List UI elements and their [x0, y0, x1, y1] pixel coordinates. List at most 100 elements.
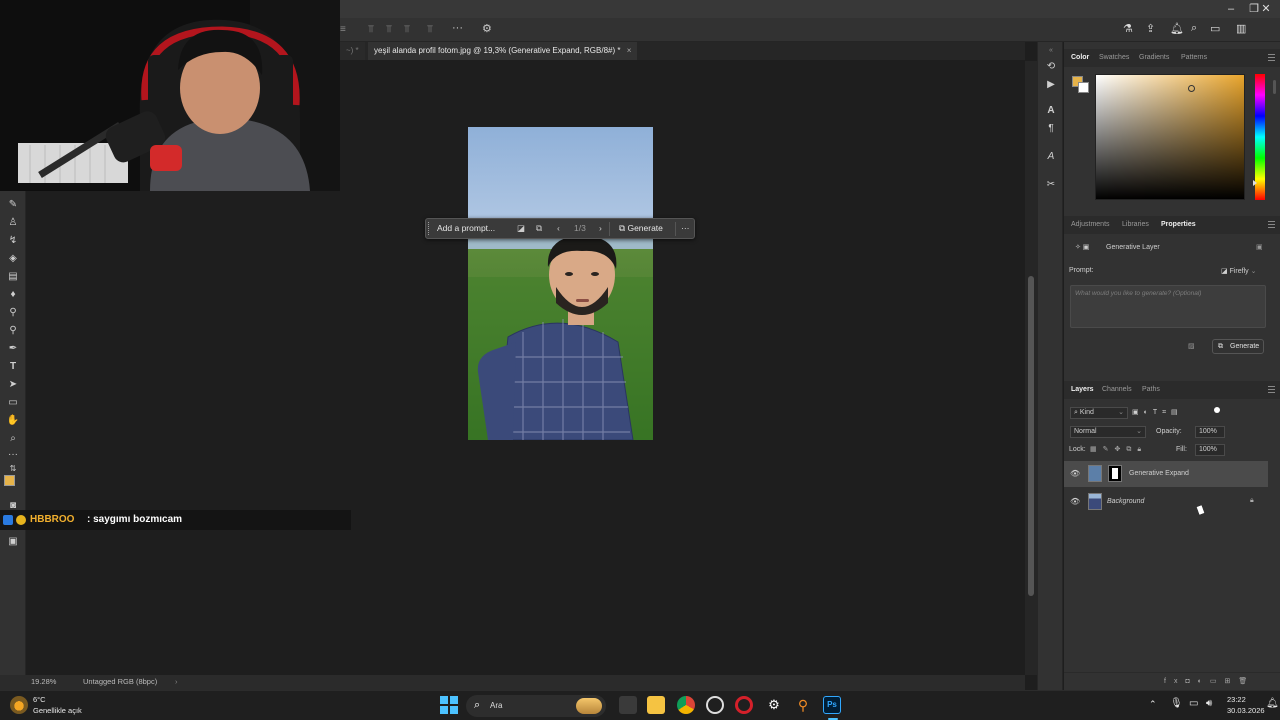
swap-colors-icon[interactable]: ⇅ [5, 462, 21, 476]
app-icon[interactable] [706, 696, 724, 714]
previous-variation-icon[interactable]: ‹ [557, 219, 560, 238]
actions-icon[interactable]: ▶ [1044, 78, 1058, 92]
task-view-icon[interactable] [619, 696, 637, 714]
color-panel-scrollbar[interactable] [1273, 80, 1276, 94]
layer-row-generative-expand[interactable]: 👁︎ Generative Expand [1064, 461, 1268, 487]
blur-tool-icon[interactable]: ♦ [5, 288, 21, 302]
layer-row-background[interactable]: 👁︎ Background 🔒︎ [1064, 489, 1268, 515]
hue-slider-handle[interactable] [1253, 180, 1257, 186]
tab-gradients[interactable]: Gradients [1139, 49, 1169, 67]
edit-toolbar-icon[interactable]: ··· [5, 448, 21, 462]
opacity-input[interactable]: 100% [1195, 426, 1225, 438]
chrome-icon[interactable] [677, 696, 695, 714]
sponge-tool-icon[interactable]: ⚲ [5, 324, 21, 338]
layer-filter-select[interactable]: ⌕ Kind ⌄ [1070, 407, 1128, 419]
background-color-chip[interactable] [1078, 82, 1089, 93]
history-icon[interactable]: ⟲ [1044, 60, 1058, 74]
learn-icon[interactable]: ⚗ [1123, 22, 1133, 35]
reference-image-icon[interactable]: ▨ [1188, 342, 1195, 350]
notification-bell-icon[interactable]: 🔔︎ [1170, 22, 1184, 35]
gradient-tool-icon[interactable]: ▤ [5, 270, 21, 284]
blend-mode-select[interactable]: Normal ⌄ [1070, 426, 1146, 438]
hue-slider[interactable] [1253, 74, 1265, 200]
zoom-level[interactable]: 19.28% [31, 677, 56, 686]
close-tab-icon[interactable]: × [627, 46, 632, 55]
visibility-eye-icon[interactable]: 👁︎ [1070, 469, 1080, 478]
layer-footer-icons[interactable]: fx◘◐▭⊞🗑︎ [1164, 677, 1255, 685]
drag-handle[interactable] [428, 222, 430, 235]
tab-properties[interactable]: Properties [1161, 216, 1196, 234]
layer-filter-icons[interactable]: ▣◐T⌗▤ [1132, 408, 1183, 417]
paragraph-icon[interactable]: ¶ [1044, 122, 1058, 136]
fill-input[interactable]: 100% [1195, 444, 1225, 456]
firefly-icon[interactable]: ◪ [517, 219, 525, 238]
settings-icon[interactable]: ⚙ [765, 696, 783, 714]
more-options-icon[interactable]: ··· [452, 22, 463, 34]
tab-active-document[interactable]: yeşil alanda profil fotom.jpg @ 19,3% (G… [368, 42, 638, 60]
dodge-tool-icon[interactable]: ⚲ [5, 306, 21, 320]
panel-layout-icon[interactable]: ▥ [1236, 22, 1246, 35]
tab-libraries[interactable]: Libraries [1122, 216, 1149, 234]
tab-color[interactable]: Color [1071, 49, 1089, 67]
align-bottom-icon[interactable]: ⫪ [404, 24, 410, 35]
hand-tool-icon[interactable]: ✋ [5, 414, 21, 428]
search-icon[interactable]: ⌕ [1191, 22, 1197, 35]
character-icon[interactable]: A [1044, 104, 1058, 118]
vertical-scrollbar[interactable] [1025, 61, 1037, 675]
color-picker-field[interactable] [1095, 74, 1245, 200]
clock-date[interactable]: 30.03.2026 [1227, 706, 1265, 715]
microphone-icon[interactable]: 🎙︎ [1170, 698, 1183, 709]
panel-menu-icon[interactable] [1268, 54, 1275, 61]
collapse-icon[interactable]: « [1044, 44, 1058, 58]
distribute-icon[interactable]: ⫪ [427, 24, 433, 35]
workspace-icon[interactable]: ▭ [1210, 22, 1220, 35]
type-tool-icon[interactable]: T [5, 360, 21, 374]
tab-previous-document[interactable]: ~) * [340, 42, 365, 60]
tab-patterns[interactable]: Patterns [1181, 49, 1207, 67]
chevron-up-icon[interactable]: ⌃ [1149, 699, 1157, 710]
minimize-button[interactable]: – [1220, 1, 1242, 17]
tools-preset-icon[interactable]: ✂ [1044, 178, 1058, 192]
generate-button[interactable]: ⧉ Generate [619, 219, 663, 238]
panel-menu-icon[interactable] [1268, 386, 1275, 393]
prompt-input[interactable]: Add a prompt... [437, 219, 495, 238]
search-app-icon[interactable]: ⚲ [794, 696, 812, 714]
filter-toggle[interactable] [1214, 407, 1220, 413]
stamp-tool-icon[interactable]: ♙ [5, 216, 21, 230]
clock-time[interactable]: 23:22 [1227, 695, 1246, 704]
history-brush-icon[interactable]: ↯ [5, 234, 21, 248]
tab-swatches[interactable]: Swatches [1099, 49, 1129, 67]
taskbar-search-box[interactable]: ⌕ Ara [466, 695, 606, 717]
scroll-thumb[interactable] [1028, 276, 1034, 596]
gear-icon[interactable]: ⚙ [482, 22, 492, 35]
tab-channels[interactable]: Channels [1102, 381, 1132, 399]
layer-mask-thumbnail[interactable] [1108, 465, 1122, 482]
canvas-image[interactable] [468, 127, 653, 440]
zoom-tool-icon[interactable]: ⌕ [5, 432, 21, 446]
layer-info-icon[interactable]: ▣ [1256, 243, 1263, 251]
brush-tool-icon[interactable]: ✎ [5, 198, 21, 212]
screen-mode-icon[interactable]: ▣ [5, 535, 21, 549]
path-select-icon[interactable]: ➤ [5, 378, 21, 392]
pen-tool-icon[interactable]: ✒ [5, 342, 21, 356]
align-top-icon[interactable]: ⫪ [368, 24, 374, 35]
align-vcenter-icon[interactable]: ⫪ [386, 24, 392, 35]
close-window-button[interactable]: ✕ [1256, 1, 1276, 17]
foreground-color-swatch[interactable] [4, 475, 15, 486]
file-explorer-icon[interactable] [647, 696, 665, 714]
photoshop-icon[interactable]: Ps [823, 696, 841, 714]
panel-menu-icon[interactable] [1268, 221, 1275, 228]
network-icon[interactable]: ▭ [1189, 698, 1198, 709]
notification-icon[interactable]: 🔔︎ [1266, 698, 1279, 709]
visibility-eye-icon[interactable]: 👁︎ [1070, 497, 1080, 506]
eraser-tool-icon[interactable]: ◈ [5, 252, 21, 266]
more-options-button[interactable]: ··· [681, 219, 690, 238]
next-variation-icon[interactable]: › [599, 219, 602, 238]
reference-image-icon[interactable]: ⧉ [536, 219, 542, 238]
align-left-icon[interactable]: ≡ [340, 24, 346, 35]
share-icon[interactable]: ⇪ [1146, 22, 1155, 35]
status-arrow-icon[interactable]: › [175, 677, 178, 686]
tab-adjustments[interactable]: Adjustments [1071, 216, 1110, 234]
model-selector[interactable]: ◪ Firefly ⌄ [1221, 267, 1256, 275]
prompt-textarea[interactable]: What would you like to generate? (Option… [1070, 285, 1266, 328]
